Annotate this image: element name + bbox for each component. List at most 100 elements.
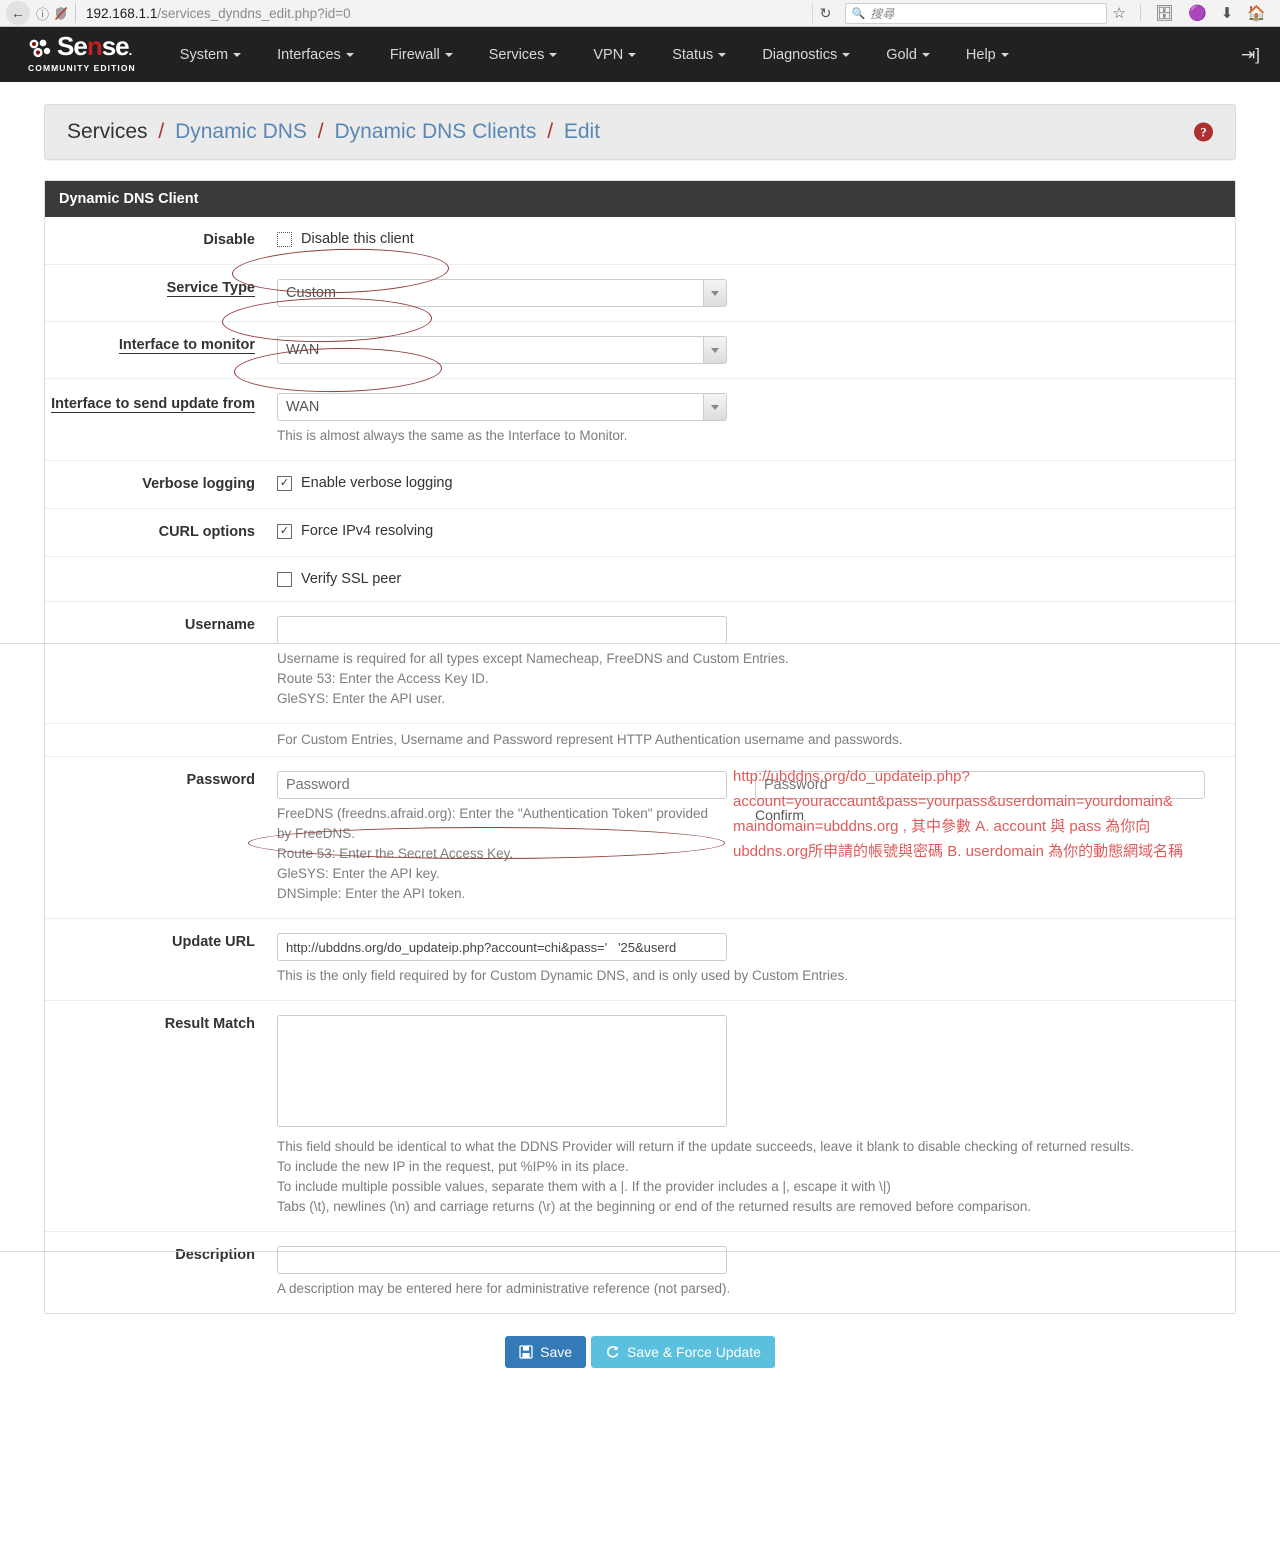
- panel-title: Dynamic DNS Client: [45, 181, 1235, 217]
- label-password: Password: [186, 772, 256, 788]
- disable-client-checkbox-row[interactable]: Disable this client: [277, 231, 1219, 247]
- nav-label: Diagnostics: [762, 46, 838, 63]
- brand-word: Sense.: [57, 31, 132, 61]
- home-icon[interactable]: 🏠: [1247, 6, 1266, 21]
- back-arrow-icon[interactable]: ←: [6, 1, 30, 25]
- help-username-custom-entries: For Custom Entries, Username and Passwor…: [277, 732, 903, 747]
- chevron-down-icon: [921, 52, 930, 57]
- nav-item-help[interactable]: Help: [948, 47, 1027, 63]
- interface-to-send-update-select[interactable]: WAN: [277, 393, 727, 421]
- row-service-type: Service Type Custom: [45, 265, 1235, 322]
- help-update-url: This is the only field required by for C…: [277, 968, 848, 983]
- reload-icon[interactable]: ↻: [811, 3, 839, 23]
- row-interface-to-monitor: Interface to monitor WAN: [45, 322, 1235, 379]
- help-icon[interactable]: ?: [1194, 122, 1213, 142]
- force-ipv4-checkbox-row[interactable]: ✓ Force IPv4 resolving: [277, 523, 1219, 539]
- save-button[interactable]: Save: [505, 1336, 587, 1368]
- label-empty: [45, 571, 277, 587]
- password-confirm-input[interactable]: [755, 771, 1205, 799]
- brand-subtitle: COMMUNITY EDITION: [28, 63, 136, 73]
- breadcrumb-separator: /: [158, 120, 165, 143]
- main-navbar: Sense. COMMUNITY EDITION System Interfac…: [0, 27, 1280, 82]
- help-description: A description may be entered here for ad…: [277, 1281, 731, 1296]
- verbose-logging-checkbox-row[interactable]: ✓ Enable verbose logging: [277, 475, 1219, 491]
- update-url-input[interactable]: [277, 933, 727, 961]
- result-match-textarea[interactable]: [277, 1015, 727, 1127]
- verify-ssl-checkbox-row[interactable]: Verify SSL peer: [277, 571, 1219, 587]
- dynamic-dns-client-panel: Dynamic DNS Client Disable Disable this …: [44, 180, 1236, 1314]
- interface-send-update-select-wrap: WAN: [277, 393, 727, 421]
- force-ipv4-checkbox[interactable]: ✓: [277, 523, 292, 539]
- nav-item-firewall[interactable]: Firewall: [372, 47, 471, 63]
- label-update-url: Update URL: [172, 934, 255, 950]
- row-username: Username Username is required for all ty…: [45, 602, 1235, 724]
- url-text: 192.168.1.1/services_dyndns_edit.php?id=…: [86, 6, 351, 21]
- disable-client-label: Disable this client: [301, 231, 414, 247]
- verify-ssl-checkbox[interactable]: [277, 571, 292, 587]
- breadcrumb-link-edit[interactable]: Edit: [564, 120, 600, 143]
- nav-item-services[interactable]: Services: [471, 47, 576, 63]
- nav-item-status[interactable]: Status: [654, 47, 744, 63]
- page-info-icon[interactable]: ⓘ: [36, 4, 49, 23]
- insecure-shield-icon[interactable]: [54, 6, 68, 21]
- bookmark-star-icon[interactable]: ☆: [1113, 6, 1126, 21]
- help-line: by FreeDNS.: [277, 826, 356, 841]
- help-interface-send-update: This is almost always the same as the In…: [277, 428, 628, 443]
- breadcrumb-link-dynamic-dns[interactable]: Dynamic DNS: [175, 120, 307, 143]
- label-result-match: Result Match: [164, 1016, 255, 1032]
- service-type-select-wrap: Custom: [277, 279, 727, 307]
- interface-to-monitor-select[interactable]: WAN: [277, 336, 727, 364]
- disable-client-checkbox[interactable]: [277, 231, 292, 247]
- pfsense-logo[interactable]: Sense. COMMUNITY EDITION: [28, 31, 136, 73]
- row-disable: Disable Disable this client: [45, 217, 1235, 265]
- help-line: Username is required for all types excep…: [277, 651, 789, 666]
- help-line: FreeDNS (freedns.afraid.org): Enter the …: [277, 806, 709, 821]
- pfsense-dots-icon: [29, 39, 51, 58]
- label-service-type: Service Type: [45, 279, 277, 307]
- search-input[interactable]: 🔍 搜尋: [844, 2, 1107, 24]
- help-line: To include multiple possible values, sep…: [277, 1179, 891, 1194]
- nav-item-vpn[interactable]: VPN: [575, 47, 654, 63]
- nav-item-gold[interactable]: Gold: [868, 47, 948, 63]
- nav-label: VPN: [593, 46, 624, 63]
- row-description: Description A description may be entered…: [45, 1232, 1235, 1313]
- form-actions: Save Save & Force Update: [44, 1314, 1236, 1368]
- verbose-logging-label: Enable verbose logging: [301, 475, 453, 491]
- password-input[interactable]: [277, 771, 727, 799]
- breadcrumb-root: Services: [67, 120, 148, 143]
- password-confirm-col: Confirm: [755, 771, 1205, 904]
- label-empty: [45, 730, 277, 750]
- force-ipv4-label: Force IPv4 resolving: [301, 523, 434, 539]
- nav-label: System: [179, 46, 229, 63]
- logout-icon[interactable]: ⇥]: [1241, 45, 1266, 65]
- row-interface-to-send-update-from: Interface to send update from WAN This i…: [45, 379, 1235, 461]
- service-type-select[interactable]: Custom: [277, 279, 727, 307]
- pocket-icon[interactable]: 🟣: [1188, 6, 1207, 21]
- downloads-icon[interactable]: ⬇: [1221, 6, 1234, 21]
- viewport-bottom-edge: [0, 1251, 1280, 1252]
- help-line: Tabs (\t), newlines (\n) and carriage re…: [277, 1199, 1032, 1214]
- nav-item-interfaces[interactable]: Interfaces: [259, 47, 372, 63]
- nav-item-diagnostics[interactable]: Diagnostics: [744, 47, 868, 63]
- save-force-update-button[interactable]: Save & Force Update: [591, 1336, 775, 1368]
- password-col: FreeDNS (freedns.afraid.org): Enter the …: [277, 771, 727, 904]
- help-line: Route 53: Enter the Access Key ID.: [277, 671, 489, 686]
- nav-item-system[interactable]: System: [162, 47, 259, 63]
- address-bar[interactable]: 192.168.1.1/services_dyndns_edit.php?id=…: [75, 3, 808, 23]
- chevron-down-icon: [345, 52, 354, 57]
- label-text: Service Type: [166, 280, 255, 297]
- label-text: Interface to monitor: [118, 337, 255, 354]
- verbose-logging-checkbox[interactable]: ✓: [277, 475, 292, 491]
- browser-icon-group: ☆ 🗄 🟣 ⬇ 🏠: [1113, 5, 1274, 21]
- nav-label: Gold: [886, 46, 917, 63]
- label-text: Interface to send update from: [51, 396, 255, 413]
- breadcrumb: Services / Dynamic DNS / Dynamic DNS Cli…: [44, 104, 1236, 160]
- username-input[interactable]: [277, 616, 727, 644]
- breadcrumb-link-dynamic-dns-clients[interactable]: Dynamic DNS Clients: [334, 120, 536, 143]
- library-icon[interactable]: 🗄: [1155, 6, 1174, 21]
- label-interface-to-monitor: Interface to monitor: [45, 336, 277, 364]
- search-icon: 🔍: [851, 7, 866, 20]
- save-button-label: Save: [540, 1344, 573, 1360]
- label-curl-options: CURL options: [158, 524, 255, 540]
- row-password: Password FreeDNS (freedns.afraid.org): E…: [45, 757, 1235, 919]
